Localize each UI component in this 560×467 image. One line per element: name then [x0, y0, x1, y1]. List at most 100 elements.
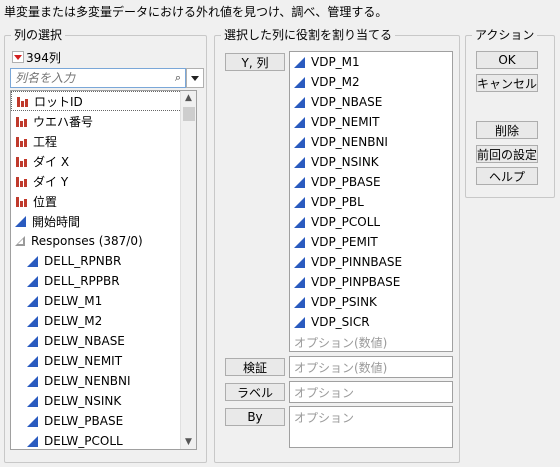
recall-button[interactable]: 前回の設定 — [476, 145, 538, 163]
column-list-item[interactable]: 位置 — [11, 191, 196, 211]
scroll-down-icon[interactable]: ▼ — [185, 437, 192, 447]
column-list-item-label: Responses (387/0) — [31, 234, 143, 248]
y-role-list[interactable]: VDP_M1 VDP_M2 VDP_NBASE VDP_NEMIT VDP_NENBNI… — [289, 51, 453, 352]
y-role-item[interactable]: VDP_PINPBASE — [290, 272, 452, 292]
continuous-triangle-icon — [294, 276, 305, 288]
column-list-item[interactable]: Responses (387/0) — [11, 231, 196, 251]
continuous-triangle-icon — [27, 415, 38, 427]
column-list-item[interactable]: DELW_PBASE — [11, 411, 196, 431]
y-role-item-label: VDP_NENBNI — [311, 135, 388, 149]
column-list-item-label: 位置 — [33, 194, 58, 209]
column-list-item[interactable]: 工程 — [11, 131, 196, 151]
y-role-item[interactable]: VDP_SICR — [290, 312, 452, 332]
continuous-triangle-icon — [294, 216, 305, 228]
y-role-item-label: VDP_PINPBASE — [311, 275, 401, 289]
column-count-row[interactable]: 394列 — [12, 49, 61, 65]
y-role-item-label: VDP_PBL — [311, 195, 364, 209]
column-list[interactable]: ロットID ウエハ番号工程ダイ X ダイ Y 位置開始時間 Responses (387… — [10, 90, 197, 450]
column-list-item[interactable]: DELW_NENBNI — [11, 371, 196, 391]
red-triangle-menu-icon[interactable] — [12, 51, 24, 63]
y-role-item[interactable]: VDP_M1 — [290, 52, 452, 72]
chevron-down-icon — [191, 75, 199, 81]
column-list-item[interactable]: DELW_NSINK — [11, 391, 196, 411]
column-list-item[interactable]: ロットID — [11, 91, 196, 111]
y-role-item[interactable]: VDP_PBL — [290, 192, 452, 212]
continuous-triangle-icon — [27, 335, 38, 347]
column-list-item[interactable]: DELW_PCOLL — [11, 431, 196, 449]
y-role-item-label: VDP_M2 — [311, 75, 360, 89]
y-role-item[interactable]: VDP_NENBNI — [290, 132, 452, 152]
column-list-item-label: 開始時間 — [32, 214, 81, 229]
column-search-input[interactable] — [11, 69, 161, 87]
y-role-item-label: VDP_PINNBASE — [311, 255, 403, 269]
column-list-item[interactable]: DELL_RPPBR — [11, 271, 196, 291]
roles-title: 選択した列に役割を割り当てる — [221, 28, 396, 42]
continuous-triangle-icon — [294, 316, 305, 328]
continuous-triangle-icon — [294, 76, 305, 88]
nominal-bar-icon — [15, 195, 28, 208]
label-role-box[interactable]: オプション — [289, 381, 453, 403]
continuous-triangle-icon — [294, 176, 305, 188]
label-button[interactable]: ラベル — [225, 383, 285, 401]
column-list-item[interactable]: DELW_NEMIT — [11, 351, 196, 371]
continuous-triangle-icon — [27, 435, 38, 447]
y-role-item[interactable]: VDP_PCOLL — [290, 212, 452, 232]
nominal-bar-icon — [15, 155, 28, 168]
column-list-scrollbar[interactable]: ▲ ▼ — [180, 91, 196, 449]
column-list-item[interactable]: DELL_RPNBR — [11, 251, 196, 271]
help-button[interactable]: ヘルプ — [476, 167, 538, 185]
column-list-item[interactable]: ダイ X — [11, 151, 196, 171]
y-role-item-label: VDP_PCOLL — [311, 215, 381, 229]
by-role-box[interactable]: オプション — [289, 406, 453, 448]
by-placeholder: オプション — [294, 410, 355, 425]
y-role-item[interactable]: VDP_PSINK — [290, 292, 452, 312]
column-list-item-label: DELL_RPNBR — [44, 254, 122, 268]
y-role-item[interactable]: VDP_PEMIT — [290, 232, 452, 252]
column-count: 394列 — [26, 50, 61, 65]
column-list-item[interactable]: DELW_M1 — [11, 291, 196, 311]
y-role-item-label: VDP_PSINK — [311, 295, 377, 309]
column-list-item[interactable]: ウエハ番号 — [11, 111, 196, 131]
continuous-triangle-icon — [27, 315, 38, 327]
scrollbar-thumb[interactable] — [183, 107, 195, 121]
column-list-item[interactable]: 開始時間 — [11, 211, 196, 231]
continuous-triangle-icon — [27, 275, 38, 287]
column-list-item-label: DELW_NEMIT — [44, 354, 123, 368]
group-expand-icon[interactable] — [15, 236, 25, 246]
action-title: アクション — [472, 28, 538, 42]
y-role-item[interactable]: VDP_PINNBASE — [290, 252, 452, 272]
validation-role-box[interactable]: オプション(数値) — [289, 356, 453, 378]
column-select-title: 列の選択 — [11, 28, 66, 42]
column-list-item[interactable]: ダイ Y — [11, 171, 196, 191]
column-list-item[interactable]: DELW_M2 — [11, 311, 196, 331]
remove-button[interactable]: 削除 — [476, 121, 538, 139]
validation-button[interactable]: 検証 — [225, 358, 285, 376]
cancel-button[interactable]: キャンセル — [476, 74, 538, 92]
continuous-triangle-icon — [294, 256, 305, 268]
continuous-triangle-icon — [294, 236, 305, 248]
y-role-item[interactable]: VDP_PBASE — [290, 172, 452, 192]
y-columns-button[interactable]: Y, 列 — [225, 53, 285, 71]
search-options-dropdown[interactable] — [186, 68, 204, 88]
y-role-item-label: VDP_SICR — [311, 315, 370, 329]
y-role-item[interactable]: VDP_NEMIT — [290, 112, 452, 132]
continuous-triangle-icon — [294, 116, 305, 128]
continuous-triangle-icon — [15, 215, 26, 227]
y-role-item[interactable]: VDP_NBASE — [290, 92, 452, 112]
continuous-triangle-icon — [294, 96, 305, 108]
scroll-up-icon[interactable]: ▲ — [185, 93, 192, 103]
column-list-item-label: 工程 — [33, 134, 58, 149]
continuous-triangle-icon — [27, 395, 38, 407]
by-button[interactable]: By — [225, 408, 285, 426]
column-search-box[interactable]: ⌕ — [10, 68, 186, 88]
nominal-bar-icon — [15, 135, 28, 148]
dialog-description: 単変量または多変量データにおける外れ値を見つけ、調べ、管理する。 — [4, 5, 388, 19]
nominal-bar-icon — [16, 95, 29, 108]
nominal-bar-icon — [15, 115, 28, 128]
y-role-item[interactable]: VDP_NSINK — [290, 152, 452, 172]
y-role-item[interactable]: VDP_M2 — [290, 72, 452, 92]
search-icon[interactable]: ⌕ — [175, 71, 181, 85]
ok-button[interactable]: OK — [476, 51, 538, 69]
column-list-item[interactable]: DELW_NBASE — [11, 331, 196, 351]
column-list-item-label: DELL_RPPBR — [44, 274, 120, 288]
